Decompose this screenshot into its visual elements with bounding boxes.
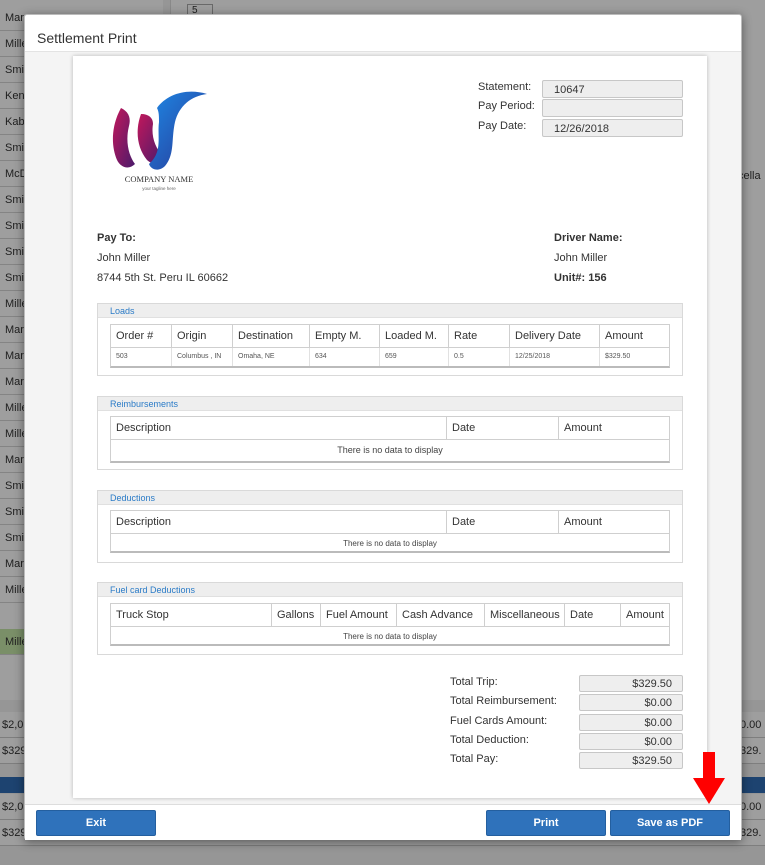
- column-header[interactable]: Amount: [600, 325, 670, 348]
- pay-date-field: 12/26/2018: [542, 119, 683, 137]
- driver-name: John Miller: [554, 252, 608, 264]
- red-arrow-icon: [693, 752, 725, 804]
- table-header: Description Date Amount: [111, 417, 669, 440]
- fuel-cards-amount-value: $0.00: [579, 714, 683, 731]
- statement-label: Statement:: [478, 81, 532, 93]
- table-cell: Columbus , IN: [172, 348, 233, 366]
- column-header[interactable]: Amount: [621, 604, 670, 627]
- loads-section: Loads Order # Origin Destination Empty M…: [97, 303, 683, 376]
- empty-table-message: There is no data to display: [337, 445, 443, 455]
- total-trip-value: $329.50: [579, 675, 683, 692]
- column-header[interactable]: Cash Advance: [397, 604, 485, 627]
- reimbursements-table: Description Date Amount There is no data…: [110, 416, 670, 463]
- exit-button[interactable]: Exit: [36, 810, 156, 836]
- total-deduction-value: $0.00: [579, 733, 683, 750]
- logo-company-name: COMPANY NAME: [125, 174, 194, 184]
- table-header: Order # Origin Destination Empty M. Load…: [111, 325, 669, 348]
- empty-table-message: There is no data to display: [343, 539, 437, 548]
- column-header[interactable]: Truck Stop: [111, 604, 272, 627]
- table-header: Description Date Amount: [111, 511, 669, 534]
- pay-date-label: Pay Date:: [478, 120, 527, 132]
- total-pay-label: Total Pay:: [450, 753, 499, 765]
- pay-to-label: Pay To:: [97, 232, 136, 244]
- logo-tagline: your tagline here: [142, 186, 176, 191]
- column-header[interactable]: Miscellaneous: [485, 604, 565, 627]
- column-header[interactable]: Destination: [233, 325, 310, 348]
- table-cell: $329.50: [605, 353, 631, 360]
- deductions-table: Description Date Amount There is no data…: [110, 510, 670, 553]
- settlement-print-dialog: Settlement Print COMPANY NAME your tagli…: [24, 14, 742, 840]
- pay-period-field: [542, 99, 683, 117]
- column-header[interactable]: Date: [447, 417, 559, 440]
- column-header[interactable]: Origin: [172, 325, 233, 348]
- save-as-pdf-button[interactable]: Save as PDF: [610, 810, 730, 836]
- fuel-card-deductions-section: Fuel card Deductions Truck Stop Gallons …: [97, 582, 683, 655]
- reimbursements-title: Reimbursements: [98, 397, 682, 411]
- column-header[interactable]: Amount: [559, 511, 670, 534]
- fuel-card-deductions-title: Fuel card Deductions: [98, 583, 682, 597]
- reimbursements-section: Reimbursements Description Date Amount T…: [97, 396, 683, 470]
- table-row[interactable]: 503 Columbus , IN Omaha, NE 634 659 0.5 …: [111, 348, 669, 366]
- driver-name-label: Driver Name:: [554, 232, 623, 244]
- column-header[interactable]: Delivery Date: [510, 325, 600, 348]
- table-cell: 634: [310, 348, 380, 366]
- table-cell: 0.5: [449, 348, 510, 366]
- pay-to-address: 8744 5th St. Peru IL 60662: [97, 272, 229, 284]
- print-button[interactable]: Print: [486, 810, 606, 836]
- total-reimbursement-value: $0.00: [579, 694, 683, 711]
- column-header[interactable]: Rate: [449, 325, 510, 348]
- deductions-section: Deductions Description Date Amount There…: [97, 490, 683, 563]
- column-header[interactable]: Gallons: [272, 604, 321, 627]
- empty-table-message: There is no data to display: [343, 632, 437, 641]
- table-cell: 12/25/2018: [510, 348, 600, 366]
- column-header[interactable]: Empty M.: [310, 325, 380, 348]
- total-trip-label: Total Trip:: [450, 676, 498, 688]
- pay-period-label: Pay Period:: [478, 100, 535, 112]
- statement-number-field: 10647: [542, 80, 683, 98]
- total-pay-value: $329.50: [579, 752, 683, 769]
- company-logo: COMPANY NAME your tagline here: [107, 86, 211, 194]
- column-header[interactable]: Loaded M.: [380, 325, 449, 348]
- column-header[interactable]: Order #: [111, 325, 172, 348]
- pay-to-name: John Miller: [97, 252, 151, 264]
- column-header[interactable]: Description: [111, 511, 447, 534]
- loads-table: Order # Origin Destination Empty M. Load…: [110, 324, 670, 368]
- table-header: Truck Stop Gallons Fuel Amount Cash Adva…: [111, 604, 669, 627]
- column-header[interactable]: Description: [111, 417, 447, 440]
- column-header[interactable]: Fuel Amount: [321, 604, 397, 627]
- settlement-document: COMPANY NAME your tagline here Statement…: [73, 56, 707, 798]
- dialog-title: Settlement Print: [37, 30, 137, 46]
- table-cell: 659: [380, 348, 449, 366]
- column-header[interactable]: Date: [447, 511, 559, 534]
- fuel-cards-amount-label: Fuel Cards Amount:: [450, 715, 548, 727]
- loads-title: Loads: [98, 304, 682, 318]
- table-cell: Omaha, NE: [233, 348, 310, 366]
- fuel-card-deductions-table: Truck Stop Gallons Fuel Amount Cash Adva…: [110, 603, 670, 646]
- total-reimbursement-label: Total Reimbursement:: [450, 695, 557, 707]
- table-cell: 503: [111, 348, 172, 366]
- column-header[interactable]: Date: [565, 604, 621, 627]
- unit-number: Unit#: 156: [554, 272, 607, 284]
- dialog-body: COMPANY NAME your tagline here Statement…: [25, 52, 741, 804]
- total-deduction-label: Total Deduction:: [450, 734, 529, 746]
- column-header[interactable]: Amount: [559, 417, 670, 440]
- deductions-title: Deductions: [98, 491, 682, 505]
- dialog-footer: Exit Print Save as PDF: [25, 804, 741, 840]
